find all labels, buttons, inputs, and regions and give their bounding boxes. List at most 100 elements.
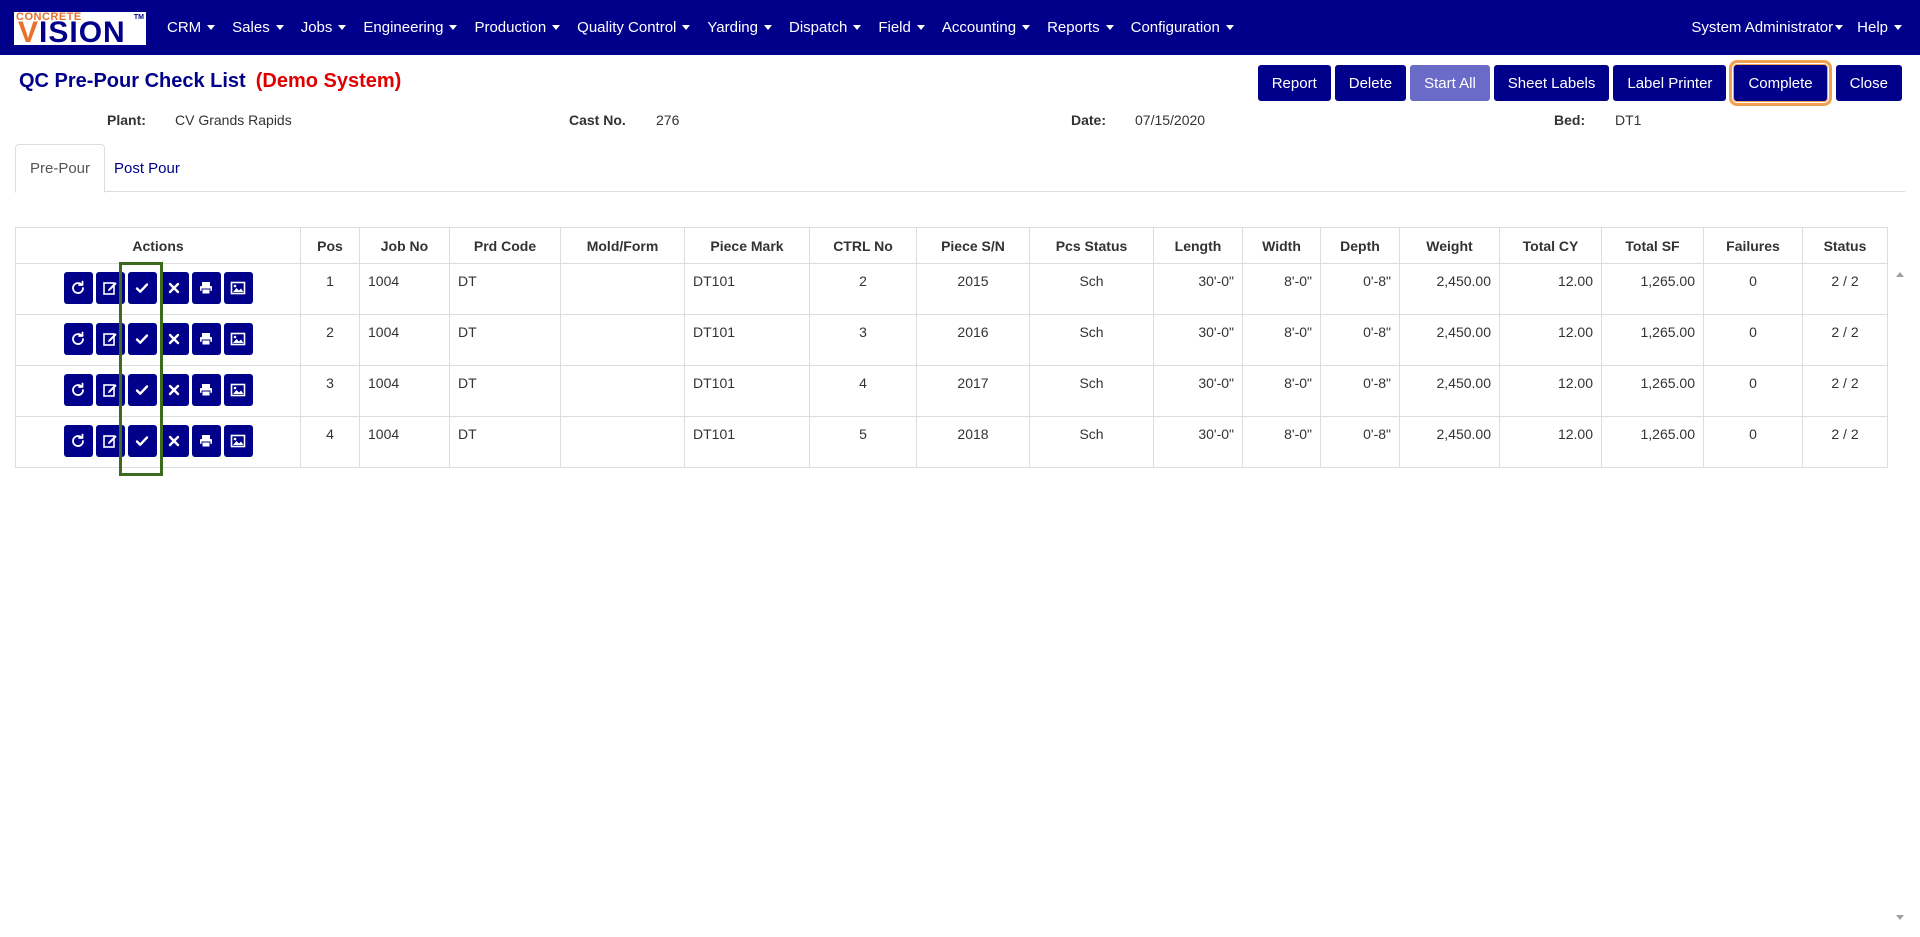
close-button[interactable] bbox=[159, 425, 189, 457]
chevron-down-icon bbox=[1835, 25, 1844, 30]
cell-ctrl: 5 bbox=[809, 416, 917, 468]
cell-status: 2 / 2 bbox=[1802, 416, 1888, 468]
nav-menu-label: Production bbox=[474, 19, 547, 36]
column-header-failures[interactable]: Failures bbox=[1703, 227, 1803, 264]
column-header-piece-s-n[interactable]: Piece S/N bbox=[916, 227, 1030, 264]
table-row[interactable]: 4 1004 DT DT101 5 2018 Sch 30'-0" 8'-0" 0'-8" 2,45… bbox=[15, 416, 1888, 468]
close-button[interactable]: Close bbox=[1835, 65, 1902, 101]
nav-menu-label: CRM bbox=[167, 19, 202, 36]
cell-ctrl: 4 bbox=[809, 365, 917, 417]
column-header-job-no[interactable]: Job No bbox=[359, 227, 450, 264]
cell-sn: 2017 bbox=[916, 365, 1030, 417]
column-header-weight[interactable]: Weight bbox=[1399, 227, 1500, 264]
nav-menu-accounting[interactable]: Accounting bbox=[942, 19, 1031, 36]
close-button[interactable] bbox=[159, 272, 189, 304]
cell-pstatus: Sch bbox=[1029, 365, 1154, 417]
check-icon bbox=[134, 280, 150, 296]
nav-menu-dispatch[interactable]: Dispatch bbox=[789, 19, 862, 36]
delete-button[interactable]: Delete bbox=[1334, 65, 1407, 101]
column-header-width[interactable]: Width bbox=[1242, 227, 1321, 264]
column-header-status[interactable]: Status bbox=[1802, 227, 1888, 264]
image-button[interactable] bbox=[223, 374, 253, 406]
check-icon bbox=[134, 331, 150, 347]
label-printer-button[interactable]: Label Printer bbox=[1613, 65, 1727, 101]
image-button[interactable] bbox=[223, 425, 253, 457]
nav-menu-sales[interactable]: Sales bbox=[232, 19, 284, 36]
edit-icon bbox=[102, 280, 118, 296]
scroll-down-arrow-icon[interactable] bbox=[1896, 915, 1904, 920]
print-button[interactable] bbox=[191, 272, 221, 304]
refresh-button[interactable] bbox=[63, 272, 93, 304]
nav-menu-yarding[interactable]: Yarding bbox=[707, 19, 772, 36]
column-header-depth[interactable]: Depth bbox=[1320, 227, 1400, 264]
tab-pre-pour[interactable]: Pre-Pour bbox=[15, 144, 106, 193]
table-row[interactable]: 3 1004 DT DT101 4 2017 Sch 30'-0" 8'-0" 0'-8" 2,45… bbox=[15, 365, 1888, 417]
edit-button[interactable] bbox=[95, 374, 125, 406]
report-button[interactable]: Report bbox=[1257, 65, 1331, 101]
column-header-pcs-status[interactable]: Pcs Status bbox=[1029, 227, 1154, 264]
sheet-labels-button[interactable]: Sheet Labels bbox=[1493, 65, 1610, 101]
column-header-prd-code[interactable]: Prd Code bbox=[449, 227, 561, 264]
close-button[interactable] bbox=[159, 374, 189, 406]
refresh-icon bbox=[70, 280, 86, 296]
chevron-down-icon bbox=[1225, 25, 1234, 30]
cast-no-value: 276 bbox=[656, 112, 680, 128]
help-menu[interactable]: Help bbox=[1857, 19, 1902, 36]
concrete-vision-logo[interactable]: CONCRETE VISION TM bbox=[14, 12, 146, 48]
nav-menu-label: Sales bbox=[232, 19, 270, 36]
check-button[interactable] bbox=[127, 323, 157, 355]
table-row[interactable]: 1 1004 DT DT101 2 2015 Sch 30'-0" 8'-0" 0'-8" 2,45… bbox=[15, 263, 1888, 315]
table-row[interactable]: 2 1004 DT DT101 3 2016 Sch 30'-0" 8'-0" 0'-8" 2,45… bbox=[15, 314, 1888, 366]
refresh-button[interactable] bbox=[63, 323, 93, 355]
column-header-piece-mark[interactable]: Piece Mark bbox=[684, 227, 810, 264]
check-button[interactable] bbox=[127, 425, 157, 457]
image-button[interactable] bbox=[223, 272, 253, 304]
complete-button[interactable]: Complete bbox=[1729, 60, 1832, 106]
check-button[interactable] bbox=[127, 272, 157, 304]
nav-menu-crm[interactable]: CRM bbox=[167, 19, 216, 36]
cell-sf: 1,265.00 bbox=[1601, 416, 1704, 468]
row-actions bbox=[15, 263, 301, 315]
print-button[interactable] bbox=[191, 323, 221, 355]
user-menu[interactable]: System Administrator bbox=[1691, 19, 1844, 36]
column-header-pos[interactable]: Pos bbox=[300, 227, 360, 264]
nav-menu-engineering[interactable]: Engineering bbox=[363, 19, 458, 36]
column-header-total-cy[interactable]: Total CY bbox=[1499, 227, 1602, 264]
refresh-button[interactable] bbox=[63, 425, 93, 457]
tab-post-pour[interactable]: Post Pour bbox=[100, 144, 194, 192]
edit-button[interactable] bbox=[95, 323, 125, 355]
edit-button[interactable] bbox=[95, 272, 125, 304]
column-header-ctrl-no[interactable]: CTRL No bbox=[809, 227, 917, 264]
print-button[interactable] bbox=[191, 374, 221, 406]
nav-menu-configuration[interactable]: Configuration bbox=[1131, 19, 1234, 36]
cell-pos: 4 bbox=[300, 416, 360, 468]
cell-depth: 0'-8" bbox=[1320, 365, 1400, 417]
chevron-down-icon bbox=[853, 25, 862, 30]
nav-menu-jobs[interactable]: Jobs bbox=[301, 19, 347, 36]
print-button[interactable] bbox=[191, 425, 221, 457]
cell-depth: 0'-8" bbox=[1320, 314, 1400, 366]
nav-menu-quality-control[interactable]: Quality Control bbox=[577, 19, 691, 36]
nav-menu-reports[interactable]: Reports bbox=[1047, 19, 1114, 36]
cell-length: 30'-0" bbox=[1153, 416, 1243, 468]
column-header-length[interactable]: Length bbox=[1153, 227, 1243, 264]
cell-depth: 0'-8" bbox=[1320, 263, 1400, 315]
nav-menu-production[interactable]: Production bbox=[474, 19, 561, 36]
vertical-scrollbar[interactable] bbox=[1894, 272, 1906, 920]
image-button[interactable] bbox=[223, 323, 253, 355]
check-button[interactable] bbox=[127, 374, 157, 406]
column-header-actions[interactable]: Actions bbox=[15, 227, 301, 264]
column-header-total-sf[interactable]: Total SF bbox=[1601, 227, 1704, 264]
cell-weight: 2,450.00 bbox=[1399, 416, 1500, 468]
print-icon bbox=[198, 382, 214, 398]
print-icon bbox=[198, 433, 214, 449]
edit-button[interactable] bbox=[95, 425, 125, 457]
scroll-up-arrow-icon[interactable] bbox=[1896, 272, 1904, 277]
nav-menu-field[interactable]: Field bbox=[878, 19, 925, 36]
refresh-button[interactable] bbox=[63, 374, 93, 406]
cell-sn: 2015 bbox=[916, 263, 1030, 315]
cast-info: Plant: CV Grands Rapids Cast No. 276 Dat… bbox=[0, 112, 1920, 132]
close-button[interactable] bbox=[159, 323, 189, 355]
start-all-button[interactable]: Start All bbox=[1410, 65, 1490, 101]
column-header-mold-form[interactable]: Mold/Form bbox=[560, 227, 685, 264]
